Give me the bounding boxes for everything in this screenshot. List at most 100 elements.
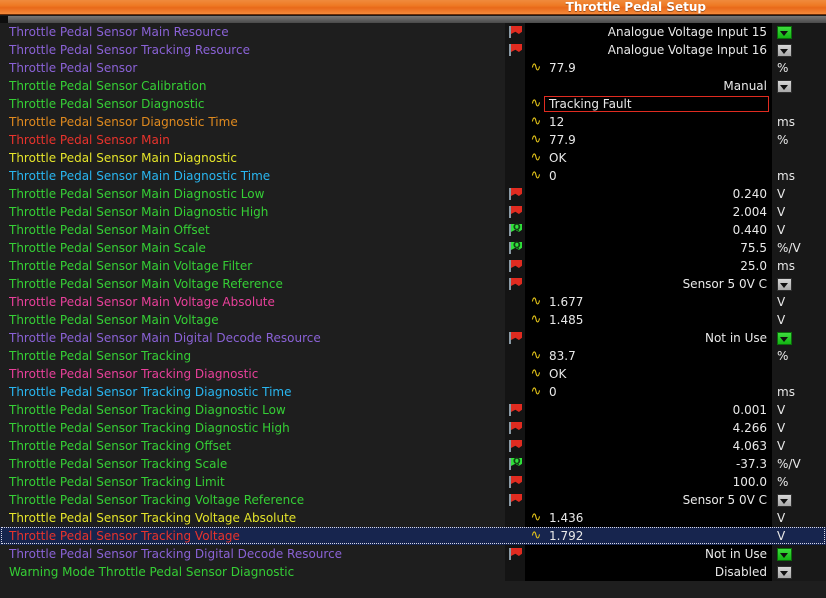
column-header-label[interactable]: [8, 16, 826, 23]
live-signal-icon: ∿: [528, 347, 544, 365]
value-cell[interactable]: ∿OK: [525, 365, 772, 383]
value-cell[interactable]: Analogue Voltage Input 15: [525, 23, 772, 41]
value-cell[interactable]: ∿77.9: [525, 59, 772, 77]
table-row[interactable]: Throttle Pedal Sensor Tracking Diagnosti…: [0, 419, 826, 437]
table-row[interactable]: Throttle Pedal Sensor Main ScaleQ75.5%/V: [0, 239, 826, 257]
value-cell[interactable]: ∿77.9: [525, 131, 772, 149]
live-signal-icon: ∿: [528, 149, 544, 167]
table-row[interactable]: Throttle Pedal Sensor Diagnostic Time∿12…: [0, 113, 826, 131]
table-row[interactable]: Throttle Pedal Sensor Main Voltage ∿1.485…: [0, 311, 826, 329]
chevron-down-icon[interactable]: [777, 80, 792, 93]
table-row[interactable]: Throttle Pedal Sensor Tracking Voltage R…: [0, 491, 826, 509]
value-cell[interactable]: 75.5: [525, 239, 772, 257]
value-cell[interactable]: ∿0: [525, 383, 772, 401]
value-text: 4.063: [733, 437, 767, 455]
live-signal-icon: ∿: [528, 131, 544, 149]
parameter-label: Throttle Pedal Sensor Tracking Voltage A…: [9, 509, 501, 527]
table-row[interactable]: Throttle Pedal Sensor Tracking Voltage A…: [0, 509, 826, 527]
value-cell[interactable]: 0.240: [525, 185, 772, 203]
value-cell[interactable]: 0.001: [525, 401, 772, 419]
value-cell[interactable]: ∿1.436: [525, 509, 772, 527]
table-row[interactable]: Throttle Pedal Sensor∿77.9%: [0, 59, 826, 77]
table-row[interactable]: Throttle Pedal Sensor Main∿77.9%: [0, 131, 826, 149]
table-row[interactable]: Warning Mode Throttle Pedal Sensor Diagn…: [0, 563, 826, 581]
table-row[interactable]: Throttle Pedal Sensor Main Voltage Absol…: [0, 293, 826, 311]
value-input[interactable]: Tracking Fault: [544, 96, 769, 112]
value-cell[interactable]: ∿1.485: [525, 311, 772, 329]
table-row[interactable]: Throttle Pedal Sensor Diagnostic∿Trackin…: [0, 95, 826, 113]
chevron-down-icon[interactable]: [777, 44, 792, 57]
table-row[interactable]: Throttle Pedal Sensor Tracking ResourceA…: [0, 41, 826, 59]
table-row[interactable]: Throttle Pedal Sensor Main Voltage Refer…: [0, 275, 826, 293]
table-row[interactable]: Throttle Pedal Sensor Main OffsetQ0.440V: [0, 221, 826, 239]
table-row[interactable]: Throttle Pedal Sensor Main Digital Decod…: [0, 329, 826, 347]
flag-cell: [505, 77, 525, 95]
chevron-down-icon[interactable]: [777, 494, 792, 507]
table-row[interactable]: Throttle Pedal Sensor Tracking ∿83.7%: [0, 347, 826, 365]
value-text: OK: [549, 149, 566, 167]
value-cell[interactable]: ∿1.792: [525, 527, 772, 545]
table-row[interactable]: Throttle Pedal Sensor Tracking Offset4.0…: [0, 437, 826, 455]
table-row[interactable]: Throttle Pedal Sensor Main Diagnostic Lo…: [0, 185, 826, 203]
table-row[interactable]: Throttle Pedal Sensor Tracking Voltage∿1…: [0, 527, 826, 545]
parameter-label: Throttle Pedal Sensor Tracking: [9, 347, 501, 365]
value-cell[interactable]: Not in Use: [525, 329, 772, 347]
value-cell[interactable]: Sensor 5 0V C: [525, 491, 772, 509]
value-cell[interactable]: ∿83.7: [525, 347, 772, 365]
table-row[interactable]: Throttle Pedal Sensor Main Voltage Filte…: [0, 257, 826, 275]
value-cell[interactable]: 0.440: [525, 221, 772, 239]
parameter-grid[interactable]: Throttle Pedal Sensor Main Resource Analo…: [0, 23, 826, 598]
red-flag-icon: [509, 26, 522, 38]
live-signal-icon: ∿: [528, 311, 544, 329]
green-flag-icon: Q: [509, 458, 522, 470]
table-row[interactable]: Throttle Pedal Sensor Tracking Limit100.…: [0, 473, 826, 491]
value-cell[interactable]: ∿12: [525, 113, 772, 131]
flag-cell: [505, 563, 525, 581]
chevron-down-icon[interactable]: [777, 566, 792, 579]
table-row[interactable]: Throttle Pedal Sensor Tracking Diagnosti…: [0, 365, 826, 383]
table-row[interactable]: Throttle Pedal Sensor Tracking Diagnosti…: [0, 383, 826, 401]
value-cell[interactable]: 4.266: [525, 419, 772, 437]
value-cell[interactable]: 2.004: [525, 203, 772, 221]
flag-cell: [505, 365, 525, 383]
value-cell[interactable]: Analogue Voltage Input 16: [525, 41, 772, 59]
unit-cell: [772, 41, 826, 59]
parameter-label: Throttle Pedal Sensor Main Digital Decod…: [9, 329, 501, 347]
value-cell[interactable]: 4.063: [525, 437, 772, 455]
chevron-down-icon[interactable]: [777, 26, 792, 39]
value-cell[interactable]: Not in Use: [525, 545, 772, 563]
flag-cell: [505, 545, 525, 563]
flag-cell: [505, 419, 525, 437]
chevron-down-icon[interactable]: [777, 548, 792, 561]
value-cell[interactable]: ∿0: [525, 167, 772, 185]
value-cell[interactable]: ∿Tracking Fault: [525, 95, 772, 113]
value-text: OK: [549, 365, 566, 383]
table-row[interactable]: Throttle Pedal Sensor Main Diagnostic∿OK: [0, 149, 826, 167]
table-row[interactable]: Throttle Pedal Sensor Tracking Digital D…: [0, 545, 826, 563]
chevron-down-icon[interactable]: [777, 278, 792, 291]
live-signal-icon: ∿: [528, 113, 544, 131]
value-cell[interactable]: ∿1.677: [525, 293, 772, 311]
value-cell[interactable]: 25.0: [525, 257, 772, 275]
table-row[interactable]: Throttle Pedal Sensor Main Diagnostic Ti…: [0, 167, 826, 185]
unit-cell: %: [772, 473, 826, 491]
value-cell[interactable]: 100.0: [525, 473, 772, 491]
parameter-label: Throttle Pedal Sensor Main Diagnostic Lo…: [9, 185, 501, 203]
parameter-label: Throttle Pedal Sensor Main Voltage: [9, 311, 501, 329]
value-cell[interactable]: Sensor 5 0V C: [525, 275, 772, 293]
value-cell[interactable]: Disabled: [525, 563, 772, 581]
red-flag-icon: [509, 206, 522, 218]
unit-text: %: [777, 347, 788, 365]
value-cell[interactable]: -37.3: [525, 455, 772, 473]
table-row[interactable]: Throttle Pedal Sensor Main Diagnostic Hi…: [0, 203, 826, 221]
parameter-label: Throttle Pedal Sensor Main Resource: [9, 23, 501, 41]
table-row[interactable]: Throttle Pedal Sensor CalibrationManual: [0, 77, 826, 95]
table-row[interactable]: Throttle Pedal Sensor Tracking ScaleQ-37…: [0, 455, 826, 473]
table-row[interactable]: Throttle Pedal Sensor Tracking Diagnosti…: [0, 401, 826, 419]
value-cell[interactable]: ∿ OK: [525, 149, 772, 167]
value-cell[interactable]: Manual: [525, 77, 772, 95]
table-row[interactable]: Throttle Pedal Sensor Main Resource Analo…: [0, 23, 826, 41]
value-text: Not in Use: [705, 329, 767, 347]
chevron-down-icon[interactable]: [777, 332, 792, 345]
live-signal-icon: ∿: [528, 527, 544, 545]
